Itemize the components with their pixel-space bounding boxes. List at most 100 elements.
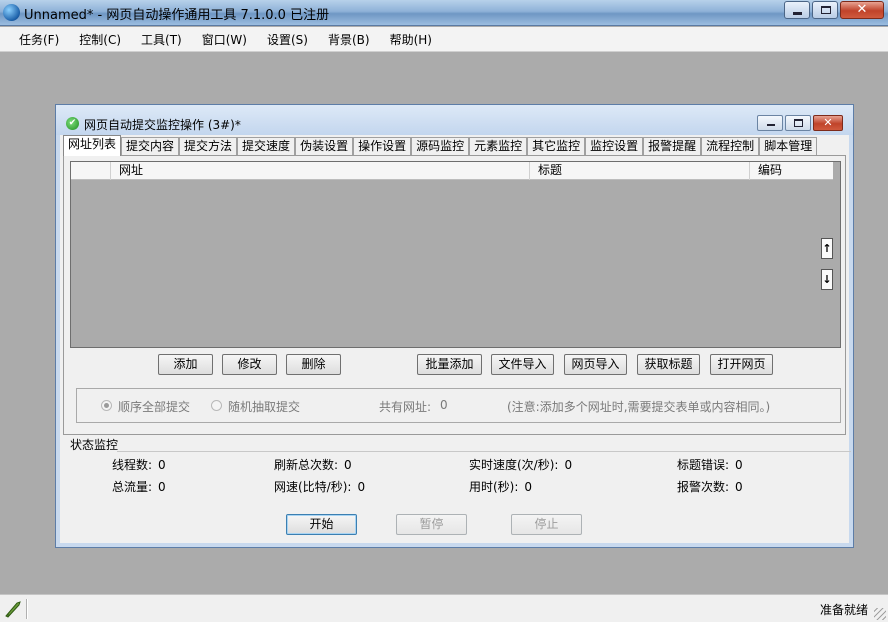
move-down-button[interactable]: ↓: [821, 269, 833, 290]
tab-disguise[interactable]: 伪装设置: [295, 137, 354, 156]
quill-icon: [5, 601, 21, 618]
elapsed-label: 用时(秒):: [469, 480, 519, 494]
pause-button[interactable]: 暂停: [396, 514, 467, 535]
threads-label: 线程数:: [112, 458, 153, 472]
add-button[interactable]: 添加: [158, 354, 213, 375]
maximize-button[interactable]: [812, 1, 838, 19]
status-text: 准备就绪: [819, 603, 868, 617]
title-error-stat: 标题错误: 0: [677, 456, 743, 473]
child-minimize-button[interactable]: [757, 115, 783, 131]
app-title-bar: Unnamed* - 网页自动操作通用工具 7.1.0.0 已注册 ✕: [0, 0, 888, 26]
menu-bar: 任务(F) 控制(C) 工具(T) 窗口(W) 设置(S) 背景(B) 帮助(H…: [0, 27, 888, 52]
close-icon: ✕: [856, 2, 868, 17]
app-globe-icon: [3, 4, 20, 21]
traffic-label: 总流量:: [112, 480, 153, 494]
minimize-icon: [793, 12, 802, 15]
child-window-title: 网页自动提交监控操作 (3#)*: [84, 118, 241, 132]
child-restore-button[interactable]: [785, 115, 811, 131]
menu-background[interactable]: 背景(B): [319, 31, 379, 48]
sequential-radio[interactable]: [101, 400, 112, 411]
tab-panel-url-list: 网址 标题 编码 ↑ ↓ 添加 修改 删除 批量添加 文件导入 网页导入 获取标…: [63, 155, 846, 435]
tab-submit-content[interactable]: 提交内容: [121, 137, 180, 156]
tab-other-monitor[interactable]: 其它监控: [527, 137, 586, 156]
child-title-bar: ✔ 网页自动提交监控操作 (3#)* ✕: [56, 105, 853, 135]
grid-header: 网址 标题 编码: [71, 162, 833, 180]
tab-submit-speed[interactable]: 提交速度: [237, 137, 296, 156]
delete-button[interactable]: 删除: [286, 354, 341, 375]
refresh-label: 刷新总次数:: [274, 458, 339, 472]
speed-stat: 实时速度(次/秒): 0: [469, 456, 572, 473]
refresh-value: 0: [344, 458, 352, 472]
tab-submit-method[interactable]: 提交方法: [179, 137, 238, 156]
tab-source-monitor[interactable]: 源码监控: [411, 137, 470, 156]
tab-operation[interactable]: 操作设置: [353, 137, 412, 156]
elapsed-value: 0: [524, 480, 533, 494]
close-icon: ✕: [823, 116, 833, 129]
refresh-stat: 刷新总次数: 0: [274, 456, 352, 473]
restore-icon: [794, 119, 803, 127]
minimize-icon: [767, 124, 775, 126]
check-icon: ✔: [66, 117, 79, 130]
start-button[interactable]: 开始: [286, 514, 357, 535]
submit-options-group: 顺序全部提交 随机抽取提交 共有网址: 0 (注意:添加多个网址时,需要提交表单…: [76, 388, 841, 423]
child-window-controls: ✕: [755, 115, 843, 131]
netspeed-stat: 网速(比特/秒): 0: [274, 478, 365, 495]
title-error-label: 标题错误:: [677, 458, 730, 472]
alarm-stat: 报警次数: 0: [677, 478, 743, 495]
window-controls: ✕: [782, 1, 884, 19]
tab-script[interactable]: 脚本管理: [759, 137, 818, 156]
column-select[interactable]: [71, 162, 111, 180]
menu-settings[interactable]: 设置(S): [258, 31, 317, 48]
close-button[interactable]: ✕: [840, 1, 884, 19]
edit-button[interactable]: 修改: [222, 354, 277, 375]
threads-stat: 线程数: 0: [112, 456, 166, 473]
app-title: Unnamed* - 网页自动操作通用工具 7.1.0.0 已注册: [24, 8, 330, 23]
maximize-icon: [821, 6, 831, 14]
column-encoding[interactable]: 编码: [750, 162, 833, 180]
file-import-button[interactable]: 文件导入: [491, 354, 554, 375]
elapsed-stat: 用时(秒): 0: [469, 478, 532, 495]
move-up-button[interactable]: ↑: [821, 238, 833, 259]
column-url[interactable]: 网址: [111, 162, 530, 180]
tab-monitor-settings[interactable]: 监控设置: [585, 137, 644, 156]
traffic-stat: 总流量: 0: [112, 478, 166, 495]
title-error-value: 0: [735, 458, 743, 472]
column-title[interactable]: 标题: [530, 162, 750, 180]
netspeed-label: 网速(比特/秒):: [274, 480, 352, 494]
threads-value: 0: [158, 458, 166, 472]
netspeed-value: 0: [357, 480, 366, 494]
tab-alarm[interactable]: 报警提醒: [643, 137, 702, 156]
total-urls-value: 0: [440, 398, 448, 412]
status-divider: [117, 451, 851, 452]
resize-grip[interactable]: [874, 608, 886, 620]
speed-label: 实时速度(次/秒):: [469, 458, 559, 472]
status-section-title: 状态监控: [70, 438, 119, 452]
random-radio[interactable]: [211, 400, 222, 411]
tab-element-monitor[interactable]: 元素监控: [469, 137, 528, 156]
menu-task[interactable]: 任务(F): [10, 31, 68, 48]
web-import-button[interactable]: 网页导入: [564, 354, 627, 375]
tab-strip: 网址列表 提交内容 提交方法 提交速度 伪装设置 操作设置 源码监控 元素监控 …: [63, 135, 818, 156]
menu-help[interactable]: 帮助(H): [381, 31, 441, 48]
url-grid[interactable]: 网址 标题 编码 ↑ ↓: [70, 161, 841, 348]
sequential-label: 顺序全部提交: [118, 400, 191, 414]
tab-url-list[interactable]: 网址列表: [63, 135, 122, 156]
batch-add-button[interactable]: 批量添加: [417, 354, 482, 375]
child-close-button[interactable]: ✕: [813, 115, 843, 131]
random-label: 随机抽取提交: [228, 400, 301, 414]
menu-control[interactable]: 控制(C): [70, 31, 130, 48]
menu-tools[interactable]: 工具(T): [132, 31, 191, 48]
open-page-button[interactable]: 打开网页: [710, 354, 773, 375]
alarm-label: 报警次数:: [677, 480, 730, 494]
traffic-value: 0: [158, 480, 166, 494]
status-bar: 准备就绪: [0, 594, 888, 622]
child-window: ✔ 网页自动提交监控操作 (3#)* ✕ 网址列表 提交内容 提交方法 提交速度…: [55, 104, 854, 548]
get-title-button[interactable]: 获取标题: [637, 354, 700, 375]
menu-window[interactable]: 窗口(W): [193, 31, 256, 48]
total-urls-label: 共有网址:: [379, 400, 432, 414]
minimize-button[interactable]: [784, 1, 810, 19]
speed-value: 0: [564, 458, 573, 472]
stop-button[interactable]: 停止: [511, 514, 582, 535]
tab-flow-control[interactable]: 流程控制: [701, 137, 760, 156]
status-separator: [26, 599, 28, 619]
